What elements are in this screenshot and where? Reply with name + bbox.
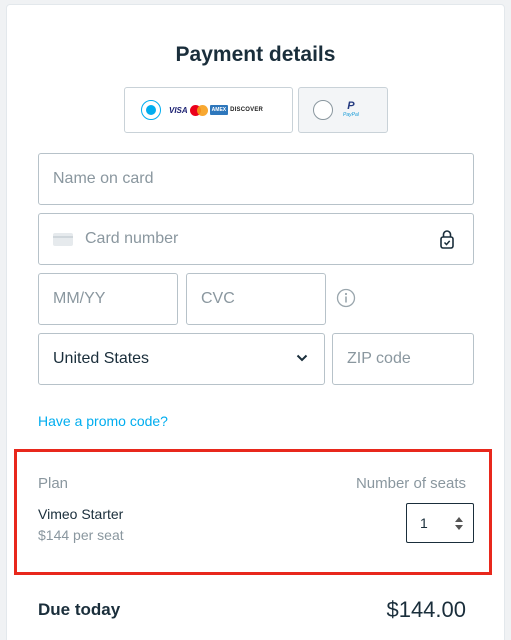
- paypal-option[interactable]: P PayPal: [298, 87, 388, 133]
- due-today-amount: $144.00: [386, 597, 466, 622]
- spinner-arrows-icon[interactable]: [455, 517, 463, 530]
- name-on-card-placeholder: Name on card: [53, 170, 154, 187]
- expiry-field[interactable]: MM/YY: [38, 273, 178, 325]
- country-select[interactable]: United States: [38, 333, 325, 385]
- seats-stepper[interactable]: 1: [406, 503, 474, 543]
- zip-code-field[interactable]: ZIP code: [332, 333, 474, 385]
- radio-unselected-icon[interactable]: [313, 100, 333, 120]
- paypal-logo: P PayPal: [343, 100, 359, 119]
- cvc-placeholder: CVC: [201, 290, 235, 307]
- plan-header: Plan: [38, 475, 69, 492]
- country-value: United States: [53, 350, 150, 367]
- mastercard-logo: [189, 104, 208, 116]
- card-icon: [53, 232, 73, 246]
- discover-logo: DISCOVER: [230, 107, 264, 113]
- zip-code-placeholder: ZIP code: [347, 350, 411, 367]
- name-on-card-field[interactable]: Name on card: [38, 153, 474, 205]
- card-number-field[interactable]: Card number: [38, 213, 474, 265]
- payment-card: Payment details VISA AMEX DISCOVER P Pay…: [6, 4, 505, 640]
- expiry-placeholder: MM/YY: [53, 290, 106, 307]
- info-icon[interactable]: [336, 288, 356, 308]
- chevron-down-icon: [296, 354, 308, 362]
- plan-name: Vimeo Starter: [38, 506, 124, 522]
- radio-selected-icon[interactable]: [141, 100, 161, 120]
- card-number-placeholder: Card number: [85, 230, 179, 247]
- credit-card-option[interactable]: VISA AMEX DISCOVER: [124, 87, 293, 133]
- card-brand-logos: VISA AMEX DISCOVER: [169, 104, 264, 116]
- decrement-icon[interactable]: [455, 525, 463, 530]
- amex-logo: AMEX: [209, 105, 229, 115]
- page-title: Payment details: [175, 43, 336, 66]
- promo-code-link[interactable]: Have a promo code?: [38, 413, 168, 429]
- seats-header: Number of seats: [355, 475, 466, 492]
- increment-icon[interactable]: [455, 517, 463, 522]
- visa-logo: VISA: [169, 105, 188, 115]
- lock-icon: [440, 230, 454, 249]
- seats-value: 1: [420, 515, 428, 531]
- plan-price: $144 per seat: [38, 527, 124, 543]
- due-today-label: Due today: [38, 600, 121, 619]
- cvc-field[interactable]: CVC: [186, 273, 326, 325]
